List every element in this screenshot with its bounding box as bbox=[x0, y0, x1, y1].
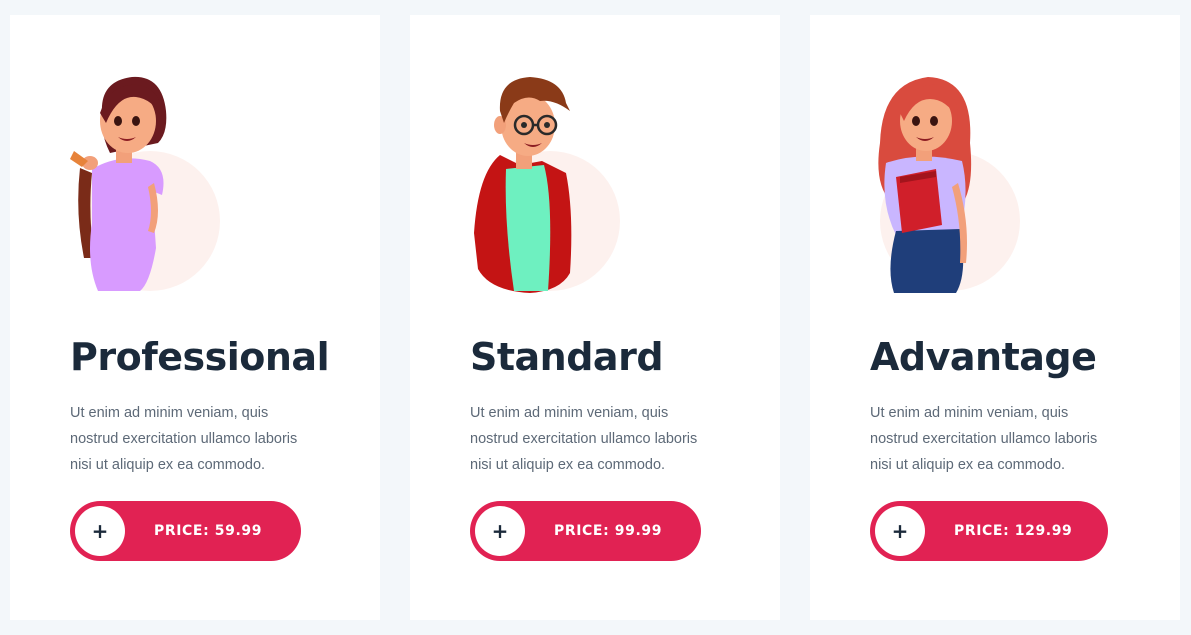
price-button[interactable]: + PRICE: 129.99 bbox=[870, 501, 1108, 561]
plan-description: Ut enim ad minim veniam, quis nostrud ex… bbox=[70, 405, 298, 473]
plan-title: Standard bbox=[470, 335, 664, 379]
price-label: PRICE: 99.99 bbox=[554, 523, 663, 539]
plan-title: Professional bbox=[70, 335, 330, 379]
price-label: PRICE: 59.99 bbox=[154, 523, 263, 539]
plan-description: Ut enim ad minim veniam, quis nostrud ex… bbox=[470, 405, 698, 473]
plus-icon: + bbox=[475, 506, 525, 556]
plan-description: Ut enim ad minim veniam, quis nostrud ex… bbox=[870, 405, 1098, 473]
woman-with-book-illustration bbox=[870, 73, 1020, 293]
pricing-card-standard: Standard Ut enim ad minim veniam, quis n… bbox=[410, 15, 780, 620]
pricing-card-professional: Professional Ut enim ad minim veniam, qu… bbox=[10, 15, 380, 620]
price-button[interactable]: + PRICE: 99.99 bbox=[470, 501, 701, 561]
pricing-card-advantage: Advantage Ut enim ad minim veniam, quis … bbox=[810, 15, 1180, 620]
man-with-glasses-illustration bbox=[470, 73, 620, 293]
plus-icon: + bbox=[75, 506, 125, 556]
price-label: PRICE: 129.99 bbox=[954, 523, 1073, 539]
plan-title: Advantage bbox=[870, 335, 1097, 379]
plus-icon: + bbox=[875, 506, 925, 556]
woman-with-backpack-illustration bbox=[70, 73, 220, 293]
price-button[interactable]: + PRICE: 59.99 bbox=[70, 501, 301, 561]
